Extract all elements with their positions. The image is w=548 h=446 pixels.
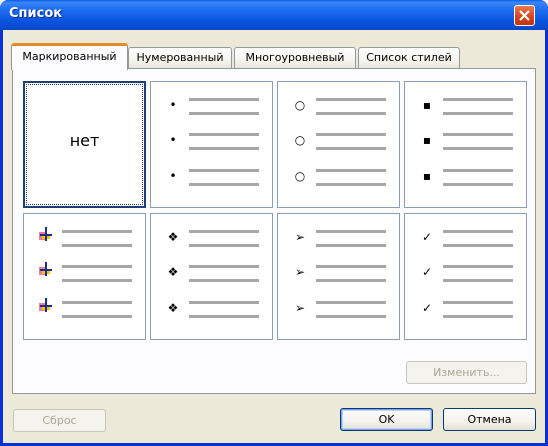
colored-cross-icon	[36, 227, 56, 247]
change-button[interactable]: Изменить...	[406, 361, 527, 384]
filled-square-icon: ▪	[422, 133, 432, 147]
tab-numbered[interactable]: Нумерованный	[128, 47, 232, 69]
bullets-panel: нет • • • ○ ○ ○ ▪ ▪ ▪ ❖ ❖ ❖ ➢ ➢ ➢ ✓ ✓ ✓ …	[12, 68, 536, 394]
window-title: Список	[9, 6, 63, 21]
tab-bulleted-label: Маркированный	[22, 50, 117, 63]
colored-cross-icon	[36, 298, 56, 318]
bullet-style-checkmark[interactable]: ✓ ✓ ✓	[404, 213, 527, 340]
filled-square-icon: ▪	[422, 169, 432, 183]
tab-multilevel[interactable]: Многоуровневый	[234, 47, 356, 69]
bullet-style-filled-square[interactable]: ▪ ▪ ▪	[404, 81, 527, 208]
arrowhead-icon: ➢	[294, 301, 306, 315]
list-dialog-window: Список Маркированный Нумерованный Многоу…	[0, 0, 548, 446]
checkmark-icon: ✓	[421, 265, 433, 279]
filled-dot-icon: •	[169, 133, 177, 147]
four-diamonds-icon: ❖	[167, 230, 179, 244]
tab-numbered-label: Нумерованный	[136, 51, 224, 64]
none-label: нет	[69, 131, 100, 150]
cancel-button[interactable]: Отмена	[443, 408, 536, 431]
bullet-style-four-diamonds[interactable]: ❖ ❖ ❖	[150, 213, 273, 340]
hollow-circle-icon: ○	[294, 133, 306, 147]
bullet-style-none[interactable]: нет	[23, 81, 146, 208]
dialog-body: Маркированный Нумерованный Многоуровневы…	[3, 30, 545, 443]
reset-button[interactable]: Сброс	[13, 409, 106, 432]
colored-cross-icon	[36, 262, 56, 282]
title-bar[interactable]: Список	[0, 0, 548, 30]
arrowhead-icon: ➢	[294, 230, 306, 244]
checkmark-icon: ✓	[421, 230, 433, 244]
four-diamonds-icon: ❖	[167, 301, 179, 315]
hollow-circle-icon: ○	[294, 169, 306, 183]
bullet-style-arrowhead[interactable]: ➢ ➢ ➢	[277, 213, 400, 340]
tab-bulleted[interactable]: Маркированный	[11, 43, 128, 70]
filled-dot-icon: •	[169, 169, 177, 183]
tab-list-styles-label: Список стилей	[366, 51, 452, 64]
bullet-style-filled-dot[interactable]: • • •	[150, 81, 273, 208]
filled-dot-icon: •	[169, 98, 177, 112]
close-button[interactable]	[514, 5, 535, 26]
checkmark-icon: ✓	[421, 301, 433, 315]
tab-list-styles[interactable]: Список стилей	[358, 47, 460, 69]
filled-square-icon: ▪	[422, 98, 432, 112]
hollow-circle-icon: ○	[294, 98, 306, 112]
bullet-style-hollow-circle[interactable]: ○ ○ ○	[277, 81, 400, 208]
ok-button[interactable]: OK	[340, 408, 433, 431]
close-icon	[519, 10, 530, 21]
four-diamonds-icon: ❖	[167, 265, 179, 279]
bullet-style-colored-cross[interactable]	[23, 213, 146, 340]
tab-multilevel-label: Многоуровневый	[245, 51, 345, 64]
arrowhead-icon: ➢	[294, 265, 306, 279]
